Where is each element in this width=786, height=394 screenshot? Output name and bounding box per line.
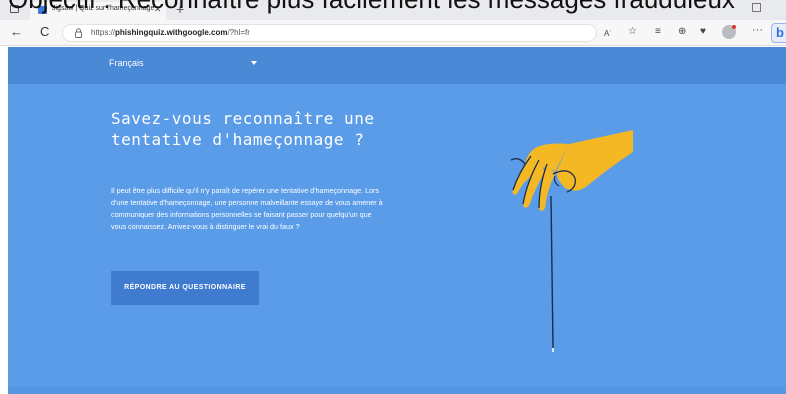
chevron-down-icon[interactable] [251, 61, 257, 65]
page-content: Français Savez-vous reconnaître une tent… [8, 47, 786, 394]
page-bottom-edge [8, 387, 786, 394]
add-favorite-icon[interactable]: ☆ [628, 25, 637, 39]
address-bar[interactable]: https://phishingquiz.withgoogle.com/?hl=… [62, 24, 597, 42]
notification-dot [732, 25, 736, 29]
overlay-caption: Objectif : Reconnaître plus facilement l… [8, 0, 786, 14]
language-bar: Français [8, 47, 786, 84]
page-title: Savez-vous reconnaître une tentative d'h… [111, 109, 375, 149]
collections-icon[interactable]: ⊕ [678, 25, 686, 39]
extensions-icon[interactable]: ♥ [700, 25, 706, 39]
favorites-icon[interactable]: ≡ [655, 25, 661, 39]
lock-icon[interactable] [75, 28, 82, 38]
copilot-button[interactable]: b [771, 23, 786, 43]
hand-fishing-hook-illustration [510, 130, 633, 352]
browser-toolbar: ← C https://phishingquiz.withgoogle.com/… [0, 20, 786, 46]
read-aloud-icon[interactable]: Aʾ [604, 27, 612, 41]
page-description: Il peut être plus difficile qu'il n'y pa… [111, 186, 383, 231]
more-icon[interactable]: ··· [752, 23, 763, 37]
refresh-button[interactable]: C [40, 24, 49, 39]
back-button[interactable]: ← [10, 24, 23, 39]
start-quiz-button[interactable]: RÉPONDRE AU QUESTIONNAIRE [111, 271, 259, 305]
copilot-icon: b [776, 25, 784, 40]
language-select[interactable]: Français [109, 58, 144, 68]
url-text[interactable]: https://phishingquiz.withgoogle.com/?hl=… [91, 28, 250, 37]
